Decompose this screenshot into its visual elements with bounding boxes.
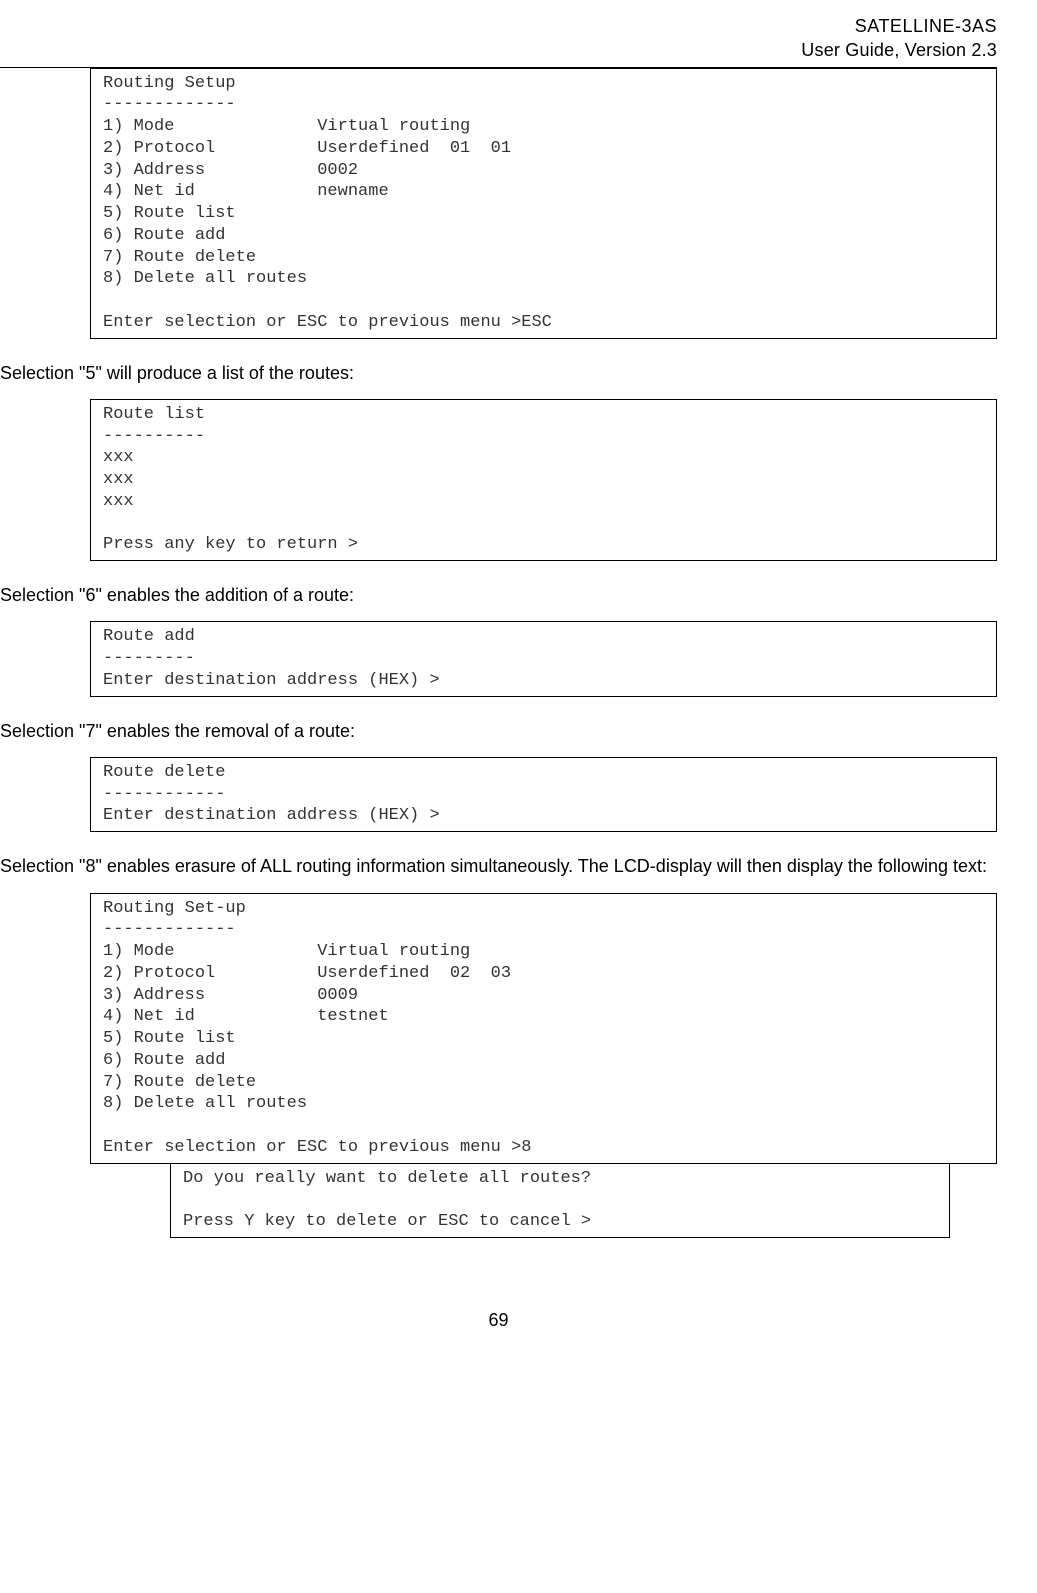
terminal-routing-setup: Routing Setup ------------- 1) Mode Virt… (90, 68, 997, 339)
terminal-route-add: Route add --------- Enter destination ad… (90, 621, 997, 696)
paragraph-selection-8: Selection "8" enables erasure of ALL rou… (0, 854, 997, 878)
page-header: SATELLINE-3AS User Guide, Version 2.3 (0, 14, 997, 63)
terminal-route-list: Route list ---------- xxx xxx xxx Press … (90, 399, 997, 561)
paragraph-selection-7: Selection "7" enables the removal of a r… (0, 719, 997, 743)
paragraph-selection-5: Selection "5" will produce a list of the… (0, 361, 997, 385)
terminal-confirm-delete: Do you really want to delete all routes?… (170, 1163, 950, 1238)
terminal-routing-setup-2: Routing Set-up ------------- 1) Mode Vir… (90, 893, 997, 1164)
doc-version: User Guide, Version 2.3 (0, 38, 997, 62)
product-name: SATELLINE-3AS (0, 14, 997, 38)
paragraph-selection-6: Selection "6" enables the addition of a … (0, 583, 997, 607)
terminal-route-delete: Route delete ------------ Enter destinat… (90, 757, 997, 832)
page-number: 69 (0, 1308, 997, 1332)
document-page: SATELLINE-3AS User Guide, Version 2.3 Ro… (0, 0, 1037, 1372)
